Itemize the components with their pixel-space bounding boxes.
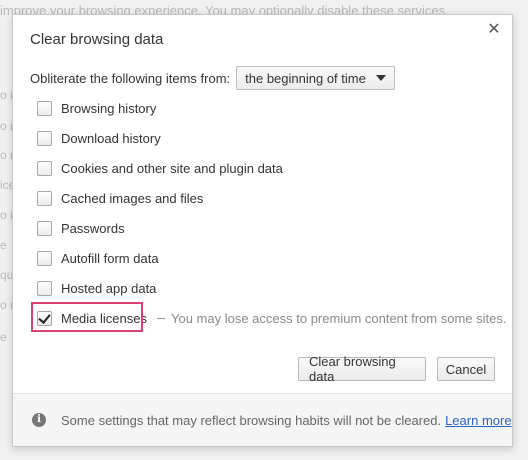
- checkbox-box[interactable]: [37, 250, 52, 266]
- checkbox-box[interactable]: [37, 130, 52, 146]
- note-dash: [157, 317, 165, 319]
- clear-browsing-data-dialog: Clear browsing data ✕ Obliterate the fol…: [12, 14, 513, 447]
- timerange-row: Obliterate the following items from: the…: [30, 66, 395, 90]
- checkbox-label: Download history: [61, 130, 161, 146]
- checkbox-label: Autofill form data: [61, 250, 159, 266]
- checkbox-box[interactable]: [37, 100, 52, 116]
- checkbox-passwords[interactable]: Passwords: [37, 218, 125, 238]
- timerange-select[interactable]: the beginning of time: [236, 66, 395, 90]
- clear-browsing-data-button[interactable]: Clear browsing data: [298, 354, 426, 384]
- background-fragment: e: [0, 330, 7, 344]
- checkbox-box[interactable]: [37, 280, 52, 296]
- background-fragment: e: [0, 238, 7, 252]
- dialog-footer: i Some settings that may reflect browsin…: [13, 393, 512, 446]
- checkbox-box[interactable]: [37, 160, 52, 176]
- checkbox-hosted-app-data[interactable]: Hosted app data: [37, 278, 156, 298]
- checkbox-label: Passwords: [61, 220, 125, 236]
- timerange-label: Obliterate the following items from:: [30, 70, 231, 86]
- checkbox-autofill[interactable]: Autofill form data: [37, 248, 159, 268]
- checkbox-cookies[interactable]: Cookies and other site and plugin data: [37, 158, 283, 178]
- checkbox-box[interactable]: [37, 310, 52, 326]
- checkbox-cached-images[interactable]: Cached images and files: [37, 188, 203, 208]
- cancel-button[interactable]: Cancel: [437, 357, 495, 381]
- checkbox-browsing-history[interactable]: Browsing history: [37, 98, 156, 118]
- chevron-down-icon: [375, 75, 386, 81]
- checkbox-box[interactable]: [37, 220, 52, 236]
- checkbox-label: Hosted app data: [61, 280, 157, 296]
- checkbox-box[interactable]: [37, 190, 52, 206]
- checkbox-label: Browsing history: [61, 100, 157, 116]
- checkbox-download-history[interactable]: Download history: [37, 128, 161, 148]
- dialog-title: Clear browsing data: [30, 31, 164, 48]
- checkbox-label: Cached images and files: [61, 190, 204, 206]
- checkbox-media-licenses[interactable]: Media licenses You may lose access to pr…: [31, 302, 507, 332]
- learn-more-link[interactable]: Learn more: [445, 413, 511, 428]
- close-icon[interactable]: ✕: [486, 22, 502, 38]
- info-icon: i: [32, 413, 46, 427]
- media-licenses-note: You may lose access to premium content f…: [171, 310, 507, 326]
- checkbox-label: Cookies and other site and plugin data: [61, 160, 283, 176]
- footer-text: Some settings that may reflect browsing …: [61, 412, 442, 428]
- timerange-selected-value: the beginning of time: [245, 70, 366, 86]
